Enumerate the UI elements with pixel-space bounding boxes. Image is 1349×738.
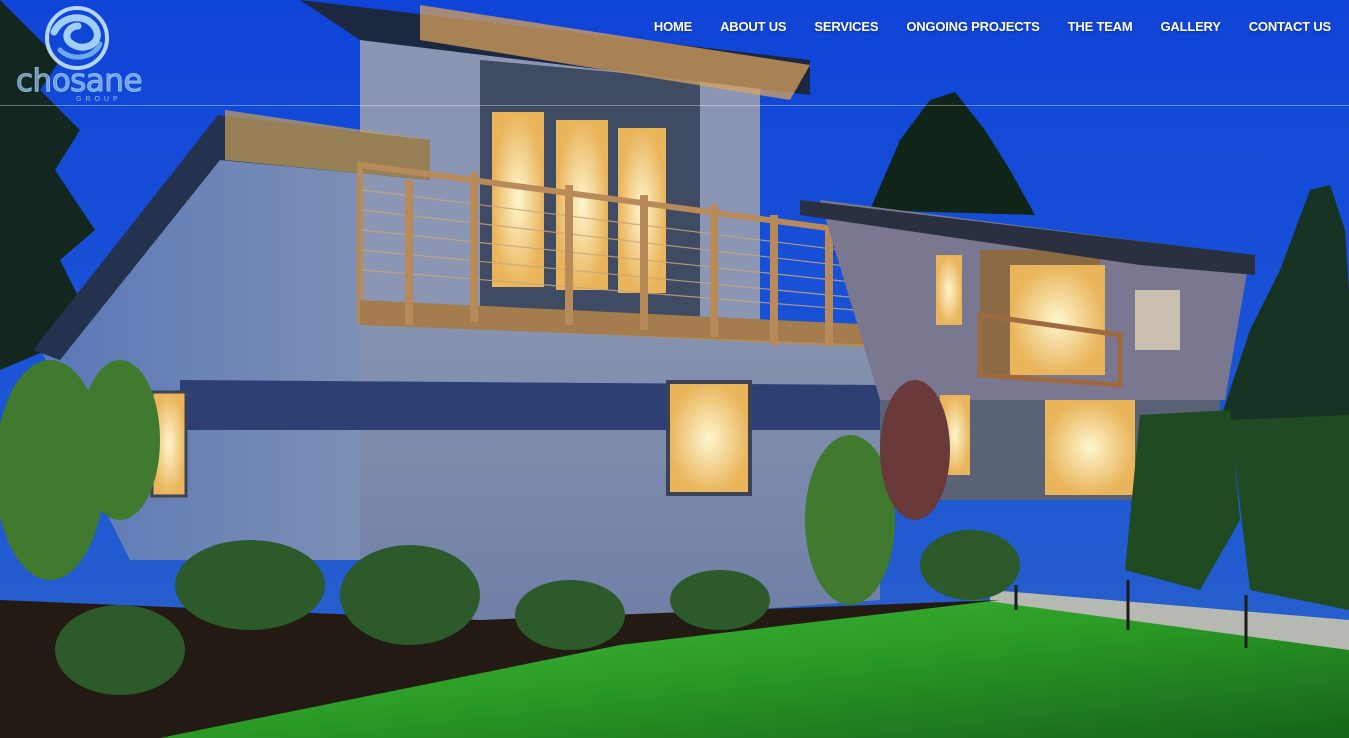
brand-wordmark: chosane [16, 63, 144, 99]
hero-house-image [0, 0, 1349, 738]
brand-logo[interactable]: chosane GROUP [16, 4, 144, 104]
nav-ongoing-projects[interactable]: ONGOING PROJECTS [892, 18, 1053, 36]
nav-services[interactable]: SERVICES [800, 18, 892, 36]
nav-about-us[interactable]: ABOUT US [706, 18, 800, 36]
nav-gallery[interactable]: GALLERY [1147, 18, 1235, 36]
page: chosane GROUP HOME ABOUT US SERVICES ONG… [0, 0, 1349, 738]
main-nav: HOME ABOUT US SERVICES ONGOING PROJECTS … [640, 18, 1345, 36]
swirl-logo-icon [45, 6, 109, 70]
brand-subtitle: GROUP [76, 96, 122, 103]
nav-the-team[interactable]: THE TEAM [1054, 18, 1147, 36]
header-bar: chosane GROUP HOME ABOUT US SERVICES ONG… [0, 0, 1349, 106]
nav-home[interactable]: HOME [640, 18, 706, 36]
nav-contact-us[interactable]: CONTACT US [1235, 18, 1345, 36]
header-divider [0, 105, 1349, 106]
